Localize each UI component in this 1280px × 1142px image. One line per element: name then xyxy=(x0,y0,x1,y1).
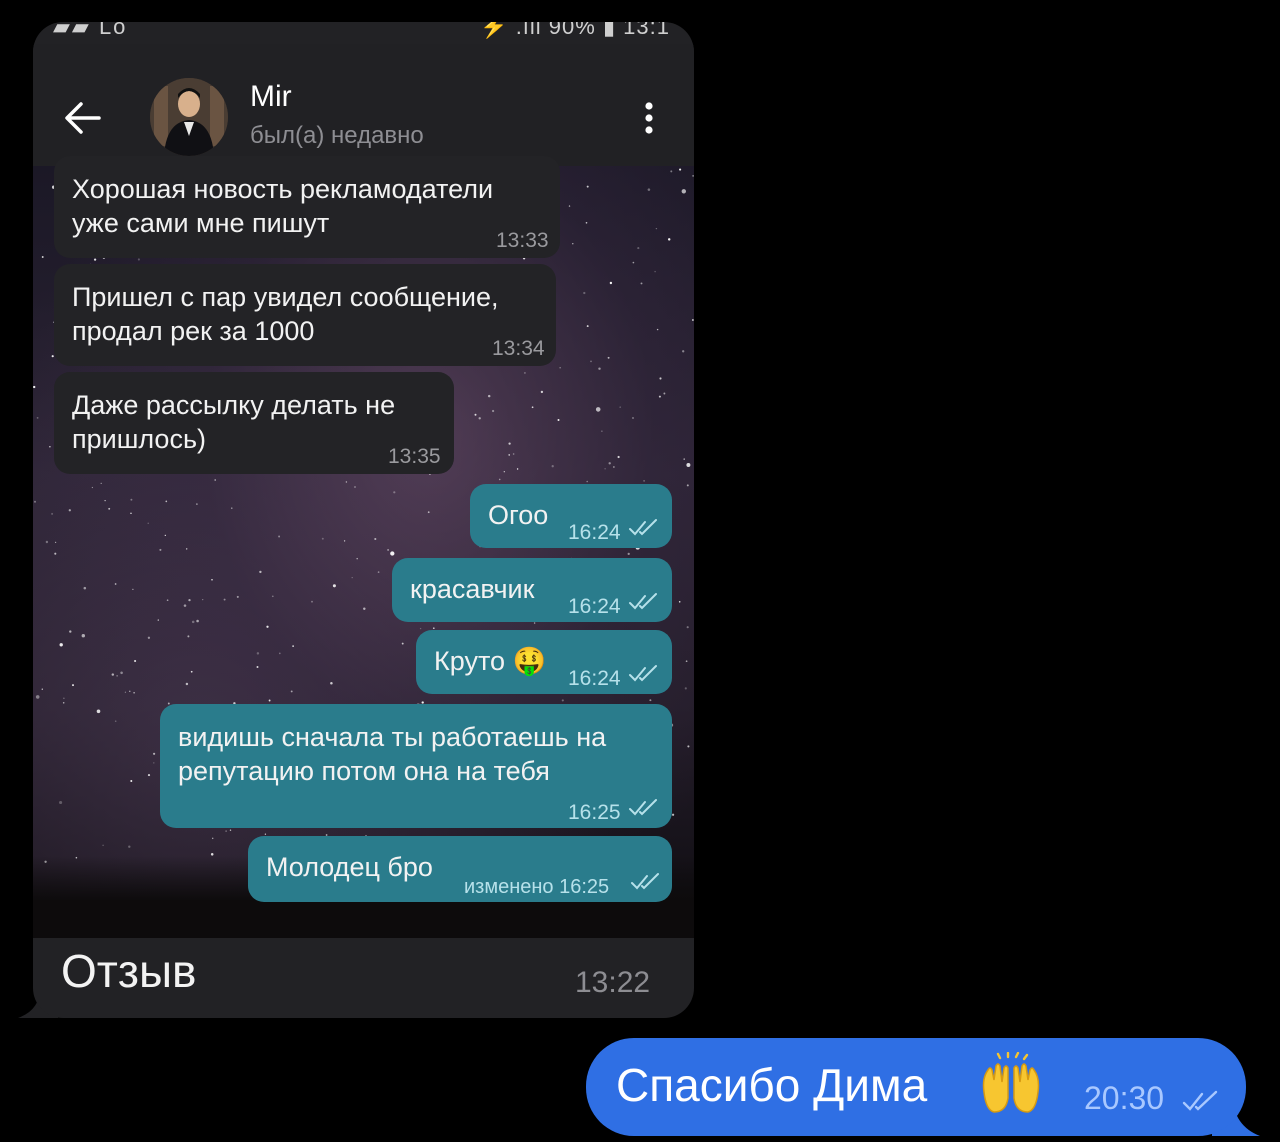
message-text: видишь сначала ты работаешь на репутацию… xyxy=(178,722,607,786)
double-check-icon xyxy=(1182,1090,1218,1111)
message-time: изменено 16:25 xyxy=(464,876,610,898)
contact-name: Mir xyxy=(250,80,292,113)
message-time: 16:24 xyxy=(568,667,621,690)
caption-time: 13:22 xyxy=(575,966,651,999)
message-text: Хорошая новость рекламодатели уже сами м… xyxy=(72,174,494,238)
status-bar: ▰▰ Lo ⚡ .ıll 90% ▮ 13:1 xyxy=(33,22,694,44)
raising-hands-icon xyxy=(982,1052,1040,1113)
double-check-icon xyxy=(629,593,657,610)
message-incoming[interactable]: Хорошая новость рекламодатели уже сами м… xyxy=(54,156,560,258)
message-time: 13:34 xyxy=(492,337,545,360)
double-check-icon xyxy=(629,799,657,816)
message-text: Молодец бро xyxy=(266,852,433,882)
message-outgoing[interactable]: Огоо 16:24 xyxy=(470,484,672,548)
avatar[interactable] xyxy=(150,78,228,156)
message-time: 16:25 xyxy=(568,801,621,824)
status-right: ⚡ .ıll 90% ▮ 13:1 xyxy=(480,22,670,39)
message-time: 13:33 xyxy=(496,229,549,252)
message-outgoing[interactable]: видишь сначала ты работаешь на репутацию… xyxy=(160,704,672,828)
message-time: 16:24 xyxy=(568,595,621,618)
message-incoming[interactable]: Пришел с пар увидел сообщение, продал ре… xyxy=(54,264,556,366)
status-left: ▰▰ Lo xyxy=(53,22,128,39)
message-text: Огоо xyxy=(488,500,549,530)
message-text: красавчик xyxy=(410,574,535,604)
received-photo-bubble[interactable]: ▰▰ Lo ⚡ .ıll 90% ▮ 13:1 Mir был(а) недав… xyxy=(33,22,694,1018)
sent-message-text: Спасибо Дима xyxy=(616,1059,928,1111)
sent-message-bubble[interactable]: Спасибо Дима 20:30 xyxy=(586,1038,1246,1136)
double-check-icon xyxy=(629,519,657,536)
message-outgoing[interactable]: Молодец бро изменено 16:25 xyxy=(248,836,672,902)
avatar-person-icon xyxy=(150,78,228,156)
message-incoming[interactable]: Даже рассылку делать не пришлось) 13:35 xyxy=(54,372,454,474)
more-options-icon[interactable] xyxy=(639,100,659,136)
photo-caption: Отзыв xyxy=(61,945,197,997)
chat-header: Mir был(а) недавно xyxy=(33,44,694,166)
message-text: Пришел с пар увидел сообщение, продал ре… xyxy=(72,282,499,346)
message-text: Даже рассылку делать не пришлось) xyxy=(72,390,396,454)
back-arrow-icon[interactable] xyxy=(63,100,103,136)
sent-message-time: 20:30 xyxy=(1084,1080,1165,1116)
message-time: 13:35 xyxy=(388,445,441,468)
message-outgoing[interactable]: красавчик 16:24 xyxy=(392,558,672,622)
message-time: 16:24 xyxy=(568,521,621,544)
double-check-icon xyxy=(629,665,657,682)
contact-status: был(а) недавно xyxy=(250,122,424,149)
message-text: Круто 🤑 xyxy=(434,646,547,676)
double-check-icon xyxy=(631,873,659,890)
message-outgoing[interactable]: Круто 🤑 16:24 xyxy=(416,630,672,694)
